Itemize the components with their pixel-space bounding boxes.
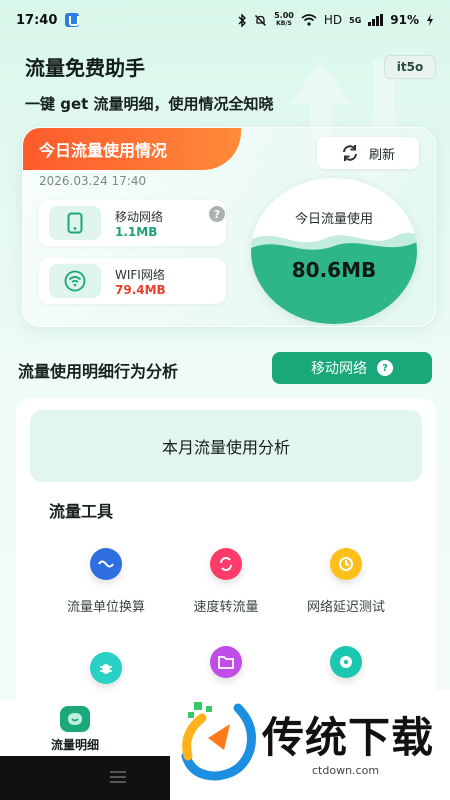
charging-icon — [427, 14, 433, 26]
today-usage-gauge: 今日流量使用 80.6MB — [251, 178, 417, 324]
today-usage-card: 今日流量使用情况 刷新 2026.03.24 17:40 移动网络 1.1MB … — [22, 127, 436, 327]
signal-icon — [368, 14, 384, 26]
refresh-icon — [342, 145, 357, 161]
bottom-nav: 流量明细 — [0, 700, 170, 756]
watermark-url: ctdown.com — [312, 764, 380, 777]
app-subtitle: 一键 get 流量明细，使用情况全知晓 — [25, 95, 274, 113]
wifi-network-value: 79.4MB — [115, 283, 166, 297]
wifi-network-row[interactable]: WIFI网络 79.4MB — [39, 258, 226, 304]
network-help-icon[interactable]: ? — [377, 360, 393, 376]
network-type-selector-label: 移动网络 — [311, 361, 367, 377]
mobile-network-value: 1.1MB — [115, 225, 158, 239]
speed-convert-icon — [210, 548, 242, 580]
brand-chip: it5o — [384, 55, 436, 79]
mobile-network-label: 移动网络 — [115, 210, 164, 224]
folder-icon — [210, 646, 242, 678]
network-type-selector[interactable]: 移动网络 ? — [272, 352, 432, 384]
network-speed: 5.00 KB/S — [274, 12, 294, 28]
bluetooth-icon — [238, 13, 247, 27]
tool-bug[interactable] — [46, 652, 166, 684]
status-indicators: 5.00 KB/S HD 5G 91% — [237, 12, 434, 28]
tool-folder[interactable] — [166, 646, 286, 678]
battery-level: 91% — [390, 13, 419, 27]
wifi-icon — [49, 264, 101, 298]
network-speed-value: 5.00 — [274, 11, 294, 20]
month-analysis-button[interactable]: 本月流量使用分析 — [30, 410, 422, 482]
mobile-phone-icon — [49, 206, 101, 240]
gauge-label: 今日流量使用 — [294, 212, 373, 227]
system-nav-bar — [0, 756, 170, 800]
app-title: 流量免费助手 — [25, 56, 145, 80]
watermark-logo — [181, 702, 256, 781]
network-speed-unit: KB/S — [276, 20, 292, 27]
tool-latency-test[interactable]: 网络延迟测试 — [286, 548, 406, 615]
notification-app-icon — [65, 13, 80, 27]
site-watermark: 传统下载 ctdown.com — [170, 690, 450, 800]
today-date: 2026.03.24 17:40 — [39, 174, 147, 188]
tool-disc[interactable] — [286, 646, 406, 678]
today-usage-tag: 今日流量使用情况 — [23, 128, 241, 170]
watermark-text: 传统下载 — [262, 713, 435, 762]
hd-indicator: HD — [323, 13, 343, 27]
network-type: 5G — [349, 15, 362, 25]
tool-label: 网络延迟测试 — [306, 600, 385, 615]
gauge-value: 80.6MB — [291, 258, 377, 282]
nav-label: 流量明细 — [50, 738, 99, 752]
tool-label: 速度转流量 — [193, 600, 259, 615]
tool-speed-convert[interactable]: 速度转流量 — [166, 548, 286, 615]
wifi-status-icon — [301, 14, 317, 26]
disc-icon — [330, 646, 362, 678]
menu-icon[interactable] — [110, 771, 126, 783]
refresh-label: 刷新 — [368, 147, 395, 163]
mute-bell-icon — [255, 14, 267, 26]
latency-test-icon — [330, 548, 362, 580]
gauge-wave — [251, 232, 417, 324]
unit-convert-icon — [90, 548, 122, 580]
tool-label: 流量单位换算 — [66, 600, 145, 615]
analysis-section-title: 流量使用明细行为分析 — [18, 362, 179, 381]
refresh-button[interactable]: 刷新 — [317, 137, 419, 169]
mobile-help-icon[interactable]: ? — [209, 206, 225, 222]
tool-unit-convert[interactable]: 流量单位换算 — [46, 548, 166, 615]
wifi-network-label: WIFI网络 — [115, 268, 165, 282]
usage-detail-icon — [60, 706, 90, 732]
bug-icon — [90, 652, 122, 684]
mobile-network-row[interactable]: 移动网络 1.1MB ? — [39, 200, 226, 246]
status-time: 17:40 — [16, 12, 58, 28]
status-bar: 17:40 5.00 KB/S HD 5G 91% — [0, 0, 450, 40]
nav-item-usage-detail[interactable]: 流量明细 — [45, 706, 105, 753]
tools-title: 流量工具 — [49, 502, 114, 521]
